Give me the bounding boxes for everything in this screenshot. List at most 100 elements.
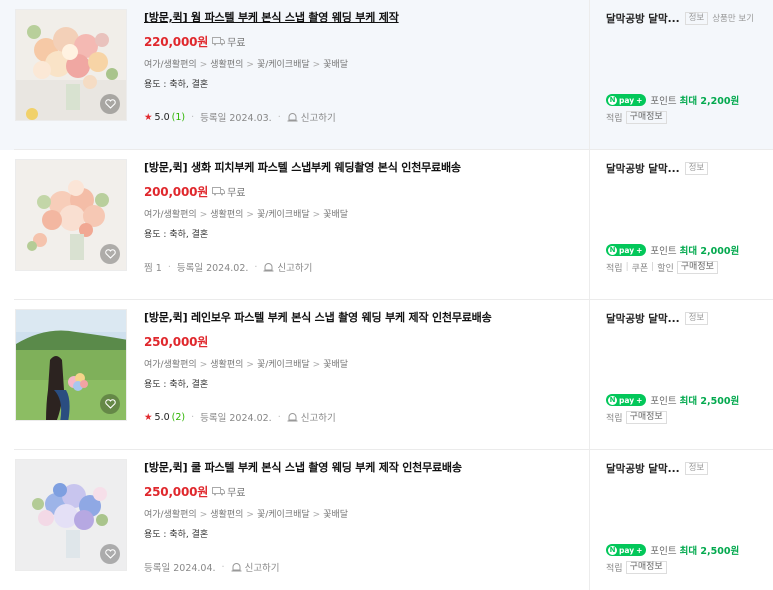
wishlist-heart-button[interactable] — [100, 544, 120, 564]
product-title-link[interactable]: [방문,퀵] 쿨 파스텔 부케 본식 스냅 촬영 웨딩 부케 제작 인천무료배송 — [144, 461, 584, 475]
report-button[interactable]: 신고하기 — [287, 110, 336, 124]
mall-info-badge[interactable]: 정보 — [684, 461, 709, 475]
product-title-link[interactable]: [방문,퀵] 생화 피치부케 파스텔 스냅부케 웨딩촬영 본식 인천무료배송 — [144, 161, 584, 175]
category-link[interactable]: 생활편의 — [210, 210, 243, 220]
product-usage: 용도 : 축하, 결혼 — [144, 230, 209, 240]
wishlist-heart-button[interactable] — [100, 94, 120, 114]
npay-badge: Npay + — [606, 94, 647, 106]
registered-date: 등록일 2024.02. — [200, 413, 272, 424]
accrual-label: 적립 — [606, 263, 623, 274]
mall-info-badge[interactable]: 정보 — [684, 11, 709, 25]
category-link[interactable]: 꽃배달 — [323, 360, 348, 370]
product-price: 250,000원 — [144, 484, 209, 499]
review-count-link[interactable]: (1) — [172, 112, 185, 123]
mall-name-link[interactable]: 달막공방 달막... — [606, 11, 680, 26]
product-thumbnail[interactable] — [15, 9, 127, 121]
report-label: 신고하기 — [300, 413, 336, 424]
report-label: 신고하기 — [277, 263, 313, 274]
registered-date: 등록일 2024.04. — [144, 563, 216, 574]
mall-products-only-link[interactable]: 상품만 보기 — [712, 12, 754, 24]
product-thumbnail[interactable] — [15, 309, 127, 421]
heart-icon — [104, 399, 116, 409]
mall-name-link[interactable]: 달막공방 달막... — [606, 161, 680, 176]
product-item: [방문,퀵] 레인보우 파스텔 부케 본식 스냅 촬영 웨딩 부케 제작 인천무… — [0, 300, 773, 450]
zzim-count: 찜 1 — [144, 263, 162, 274]
category-link[interactable]: 여가/생활편의 — [144, 360, 197, 370]
purchase-info-button[interactable]: 구매정보 — [625, 560, 667, 574]
npay-badge: Npay + — [606, 394, 647, 406]
product-price: 200,000원 — [144, 184, 209, 199]
accrual-label: 적립 — [606, 563, 623, 574]
heart-icon — [104, 249, 116, 259]
truck-icon — [212, 36, 226, 45]
truck-icon — [212, 186, 226, 195]
report-button[interactable]: 신고하기 — [231, 560, 280, 574]
category-link[interactable]: 여가/생활편의 — [144, 60, 197, 70]
point-value: 최대 2,200원 — [679, 96, 740, 107]
category-link[interactable]: 여가/생활편의 — [144, 210, 197, 220]
purchase-info-button[interactable]: 구매정보 — [625, 110, 667, 124]
category-breadcrumb: 여가/생활편의 > 생활편의 > 꽃/케이크배달 > 꽃배달 — [144, 360, 349, 370]
product-meta: ★ 5.0 (2) · 등록일 2024.02. · 신고하기 — [144, 410, 336, 425]
point-label: 포인트 — [650, 546, 677, 557]
point-label: 포인트 — [650, 246, 677, 257]
review-count-link[interactable]: (2) — [172, 412, 185, 423]
product-item: [방문,퀵] 생화 피치부케 파스텔 스냅부케 웨딩촬영 본식 인천무료배송 2… — [0, 150, 773, 300]
product-item: [방문,퀵] 웜 파스텔 부케 본식 스냅 촬영 웨딩 부케 제작 220,00… — [0, 0, 773, 150]
category-link[interactable]: 생활편의 — [210, 510, 243, 520]
category-link[interactable]: 꽃배달 — [323, 210, 348, 220]
report-button[interactable]: 신고하기 — [287, 410, 336, 424]
mall-info-badge[interactable]: 정보 — [684, 311, 709, 325]
shipping-info: 무료 — [212, 34, 246, 49]
npay-badge: Npay + — [606, 544, 647, 556]
shipping-info: 무료 — [212, 184, 246, 199]
star-icon: ★ — [144, 411, 153, 423]
point-value: 최대 2,500원 — [679, 546, 740, 557]
product-thumbnail[interactable] — [15, 459, 127, 571]
report-bell-icon — [231, 563, 242, 572]
mall-name-link[interactable]: 달막공방 달막... — [606, 311, 680, 326]
point-label: 포인트 — [650, 96, 677, 107]
product-title-link[interactable]: [방문,퀵] 웜 파스텔 부케 본식 스냅 촬영 웨딩 부케 제작 — [144, 11, 584, 25]
category-breadcrumb: 여가/생활편의 > 생활편의 > 꽃/케이크배달 > 꽃배달 — [144, 210, 349, 220]
discount-label: 할인 — [657, 263, 674, 274]
registered-date: 등록일 2024.03. — [200, 113, 272, 124]
category-link[interactable]: 여가/생활편의 — [144, 510, 197, 520]
product-meta: 찜 1 · 등록일 2024.02. · 신고하기 — [144, 260, 313, 275]
rating-value: 5.0 — [154, 411, 170, 423]
shipping-info: 무료 — [212, 484, 246, 499]
category-link[interactable]: 꽃배달 — [323, 60, 348, 70]
mall-name-link[interactable]: 달막공방 달막... — [606, 461, 680, 476]
category-link[interactable]: 생활편의 — [210, 60, 243, 70]
truck-icon — [212, 486, 226, 495]
wishlist-heart-button[interactable] — [100, 244, 120, 264]
category-link[interactable]: 생활편의 — [210, 360, 243, 370]
mall-info-badge[interactable]: 정보 — [684, 161, 709, 175]
accrual-label: 적립 — [606, 413, 623, 424]
heart-icon — [104, 99, 116, 109]
product-usage: 용도 : 축하, 결혼 — [144, 530, 209, 540]
product-item: [방문,퀵] 쿨 파스텔 부케 본식 스냅 촬영 웨딩 부케 제작 인천무료배송… — [0, 450, 773, 590]
product-thumbnail[interactable] — [15, 159, 127, 271]
coupon-label: 쿠폰 — [631, 263, 649, 274]
category-link[interactable]: 꽃/케이크배달 — [257, 510, 310, 520]
report-button[interactable]: 신고하기 — [263, 260, 312, 274]
wishlist-heart-button[interactable] — [100, 394, 120, 414]
product-price: 250,000원 — [144, 334, 209, 349]
category-link[interactable]: 꽃/케이크배달 — [257, 360, 310, 370]
category-link[interactable]: 꽃배달 — [323, 510, 348, 520]
product-title-link[interactable]: [방문,퀵] 레인보우 파스텔 부케 본식 스냅 촬영 웨딩 부케 제작 인천무… — [144, 311, 584, 325]
shipping-text: 무료 — [227, 37, 246, 49]
accrual-label: 적립 — [606, 113, 623, 124]
product-usage: 용도 : 축하, 결혼 — [144, 380, 209, 390]
registered-date: 등록일 2024.02. — [176, 263, 249, 274]
point-value: 최대 2,500원 — [679, 396, 740, 407]
purchase-info-button[interactable]: 구매정보 — [625, 410, 667, 424]
purchase-info-button[interactable]: 구매정보 — [676, 260, 718, 274]
product-meta: 등록일 2024.04. · 신고하기 — [144, 560, 280, 575]
category-link[interactable]: 꽃/케이크배달 — [257, 60, 310, 70]
report-label: 신고하기 — [244, 563, 280, 574]
report-bell-icon — [287, 113, 298, 122]
category-link[interactable]: 꽃/케이크배달 — [257, 210, 310, 220]
rating-value: 5.0 — [154, 111, 170, 123]
